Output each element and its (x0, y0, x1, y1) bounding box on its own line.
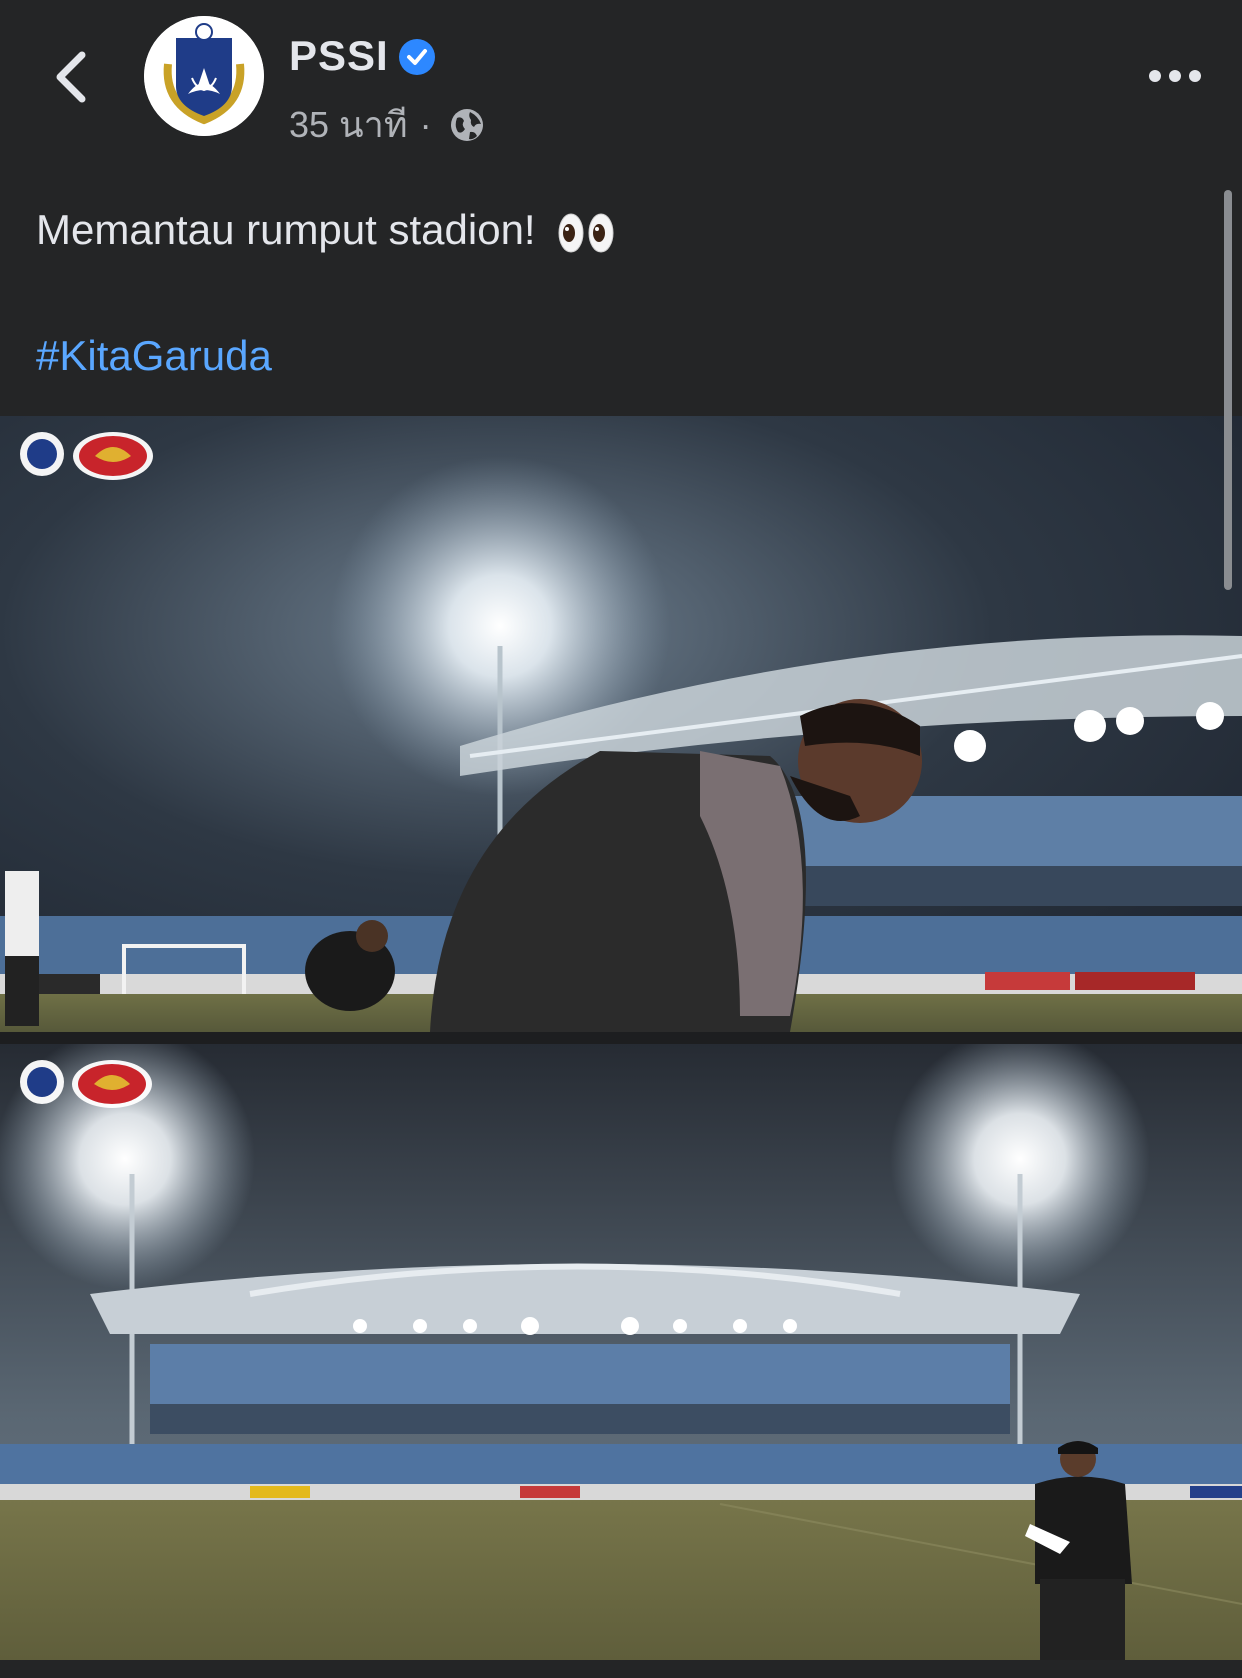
photo-divider (0, 1032, 1242, 1044)
post-header: PSSI 35 นาที · (0, 0, 1242, 170)
caption-text: Memantau rumput stadion! (36, 206, 536, 253)
pssi-logo (144, 16, 264, 136)
bottom-divider (0, 1660, 1242, 1678)
chevron-left-icon (56, 51, 86, 103)
page-name[interactable]: PSSI (289, 32, 389, 80)
more-horizontal-icon (1149, 70, 1201, 82)
hashtag-link[interactable]: #KitaGaruda (36, 332, 272, 380)
post-caption: Memantau rumput stadion! (36, 206, 615, 255)
post-timestamp[interactable]: 35 นาที (289, 96, 408, 153)
photo-image (0, 1044, 1242, 1660)
post-viewer: PSSI 35 นาที · Memantau rumput stadion! (0, 0, 1242, 1678)
post-meta: 35 นาที · (289, 96, 486, 153)
verified-badge-icon (399, 39, 435, 75)
stadium-photo-player-kneeling[interactable] (0, 416, 1242, 1032)
globe-icon (450, 108, 483, 141)
more-options-button[interactable] (1140, 56, 1210, 96)
stadium-photo-coach-standing[interactable] (0, 1044, 1242, 1660)
meta-separator: · (419, 103, 432, 145)
page-avatar[interactable] (144, 16, 264, 136)
back-button[interactable] (44, 44, 100, 110)
scrollbar-thumb[interactable] (1224, 190, 1232, 590)
photo-image (0, 416, 1242, 1032)
eyes-emoji-icon (558, 213, 614, 253)
